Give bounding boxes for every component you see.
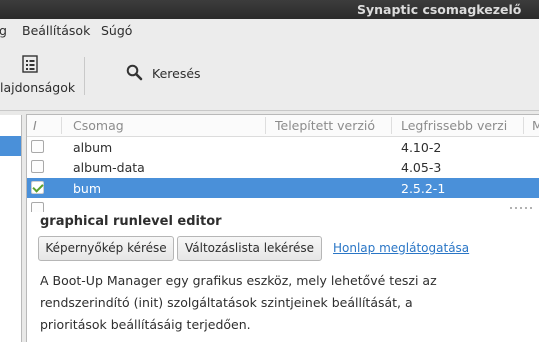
description-line: A Boot-Up Manager egy grafikus eszköz, m… xyxy=(40,273,437,288)
homepage-link[interactable]: Honlap meglátogatása xyxy=(333,241,469,255)
install-checkbox[interactable] xyxy=(31,160,44,173)
filter-sidebar[interactable] xyxy=(0,115,22,342)
package-details: graphical runlevel editor Képernyőkép ké… xyxy=(26,212,539,342)
window-title: Synaptic csomagkezelő xyxy=(357,2,522,17)
pane-resize-handle[interactable] xyxy=(510,207,536,211)
column-divider xyxy=(391,117,392,134)
table-row-selected[interactable]: bum 2.5.2-1 xyxy=(27,178,539,198)
get-changelog-button[interactable]: Változáslista lekérése xyxy=(177,236,322,261)
sidebar-selected-item[interactable] xyxy=(0,136,21,156)
menu-bar: g Beállítások Súgó xyxy=(0,19,539,43)
latest-version: 4.10-2 xyxy=(401,140,442,155)
table-row[interactable] xyxy=(27,199,539,212)
title-bar: Synaptic csomagkezelő xyxy=(0,0,539,19)
description-line: rendszerindító (init) szolgáltatások szi… xyxy=(40,295,413,310)
package-list[interactable]: I Csomag Telepített verzió Legfrissebb v… xyxy=(26,114,539,213)
menu-item-settings[interactable]: Beállítások xyxy=(22,23,90,38)
column-divider xyxy=(265,117,266,134)
search-label: Keresés xyxy=(152,66,201,81)
properties-label: lajdonságok xyxy=(0,80,76,95)
latest-version: 2.5.2-1 xyxy=(401,181,446,196)
table-row[interactable]: album-data 4.05-3 xyxy=(27,157,539,177)
package-summary: graphical runlevel editor xyxy=(40,214,222,229)
search-icon xyxy=(126,64,143,81)
package-name: bum xyxy=(73,181,102,196)
properties-button[interactable]: lajdonságok xyxy=(0,47,76,103)
column-divider xyxy=(61,117,62,134)
get-screenshot-button[interactable]: Képernyőkép kérése xyxy=(38,236,174,261)
column-package[interactable]: Csomag xyxy=(73,118,124,133)
column-installed-version[interactable]: Telepített verzió xyxy=(275,118,375,133)
package-list-header: I Csomag Telepített verzió Legfrissebb v… xyxy=(27,115,539,137)
toolbar-separator xyxy=(84,57,85,95)
install-checkbox[interactable] xyxy=(31,181,44,194)
package-description: A Boot-Up Manager egy grafikus eszköz, m… xyxy=(40,270,520,336)
menu-item-edit[interactable]: g xyxy=(0,23,7,38)
description-line: prioritások beállításáig terjedően. xyxy=(40,317,251,332)
toolbar: lajdonságok Keresés xyxy=(0,43,539,111)
properties-icon xyxy=(22,55,38,73)
install-checkbox[interactable] xyxy=(31,140,44,153)
package-name: album xyxy=(73,140,113,155)
column-m[interactable]: M xyxy=(532,118,539,133)
menu-item-help[interactable]: Súgó xyxy=(101,23,132,38)
package-name: album-data xyxy=(73,160,145,175)
column-divider xyxy=(523,117,524,134)
search-button[interactable]: Keresés xyxy=(120,59,204,87)
column-latest-version[interactable]: Legfrissebb verzi xyxy=(401,118,519,133)
table-row[interactable]: album 4.10-2 xyxy=(27,137,539,157)
latest-version: 4.05-3 xyxy=(401,160,442,175)
column-installed-flag[interactable]: I xyxy=(33,118,43,133)
